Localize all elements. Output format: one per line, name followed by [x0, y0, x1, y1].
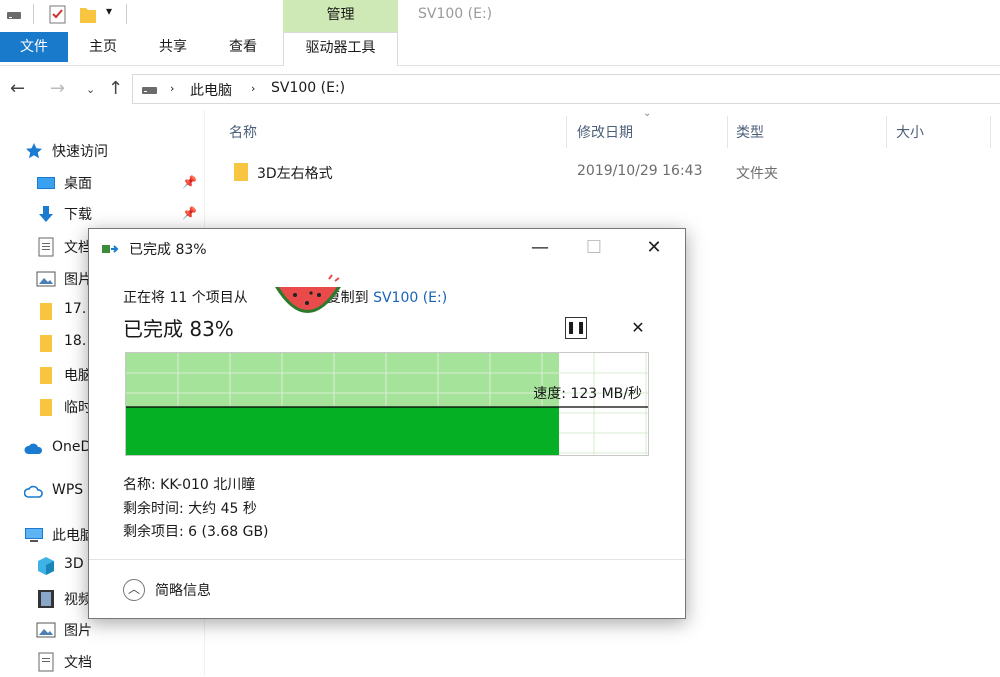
- maximize-button[interactable]: ☐: [571, 233, 617, 263]
- column-divider[interactable]: [566, 116, 567, 148]
- customize-toolbar-icon[interactable]: ▾: [106, 4, 112, 18]
- breadcrumb-separator-icon[interactable]: ›: [170, 82, 174, 95]
- wps-cloud-icon: [24, 485, 43, 498]
- dialog-title: 已完成 83%: [129, 242, 207, 258]
- tab-file[interactable]: 文件: [0, 32, 68, 62]
- window-title: SV100 (E:): [418, 6, 493, 22]
- column-divider[interactable]: [990, 116, 991, 148]
- dialog-divider: [89, 559, 685, 560]
- folder-icon: [40, 367, 52, 384]
- speed-area: [126, 407, 559, 455]
- file-name: 3D左右格式: [257, 166, 333, 182]
- file-modified: 2019/10/29 16:43: [577, 163, 703, 179]
- cancel-button[interactable]: ✕: [627, 317, 649, 339]
- toolbar-divider: [126, 4, 127, 24]
- time-remaining: 剩余时间: 大约 45 秒: [123, 501, 257, 517]
- document-icon: [38, 652, 54, 672]
- column-header-size[interactable]: 大小: [896, 122, 924, 142]
- column-header-name[interactable]: 名称: [229, 122, 257, 142]
- close-button[interactable]: ✕: [631, 233, 677, 263]
- tab-home[interactable]: 主页: [68, 32, 138, 62]
- desktop-icon: [37, 177, 55, 189]
- folder-icon: [40, 335, 52, 352]
- items-remaining: 剩余项目: 6 (3.68 GB): [123, 524, 269, 540]
- watermelon-sticker-icon: [275, 274, 341, 313]
- destination-link[interactable]: SV100 (E:): [373, 290, 447, 306]
- speed-label: 速度: 123 MB/秒: [533, 386, 642, 402]
- copy-icon: [102, 245, 119, 253]
- column-divider[interactable]: [727, 116, 728, 148]
- copy-prefix: 正在将 11 个项目从: [123, 290, 248, 306]
- tab-drive-tools[interactable]: 驱动器工具: [283, 32, 398, 66]
- sidebar-item-downloads[interactable]: 下载 📌: [0, 199, 205, 229]
- 3d-objects-icon: [38, 557, 54, 575]
- title-bar: ▾ 管理 SV100 (E:): [0, 0, 1000, 32]
- details-toggle-label: 简略信息: [155, 583, 211, 599]
- sidebar-item-documents-pc[interactable]: 文档: [0, 647, 205, 677]
- column-header-type[interactable]: 类型: [736, 122, 764, 142]
- current-file-name: 名称: KK-010 北川瞳: [123, 477, 256, 493]
- picture-icon: [36, 622, 56, 638]
- progress-percent: 已完成 83%: [123, 317, 234, 341]
- cloud-icon: [24, 443, 43, 454]
- column-header-date[interactable]: 修改日期: [577, 122, 633, 142]
- picture-icon: [36, 271, 56, 287]
- breadcrumb-separator-icon[interactable]: ›: [251, 82, 255, 95]
- drive-icon: [142, 87, 157, 94]
- properties-icon[interactable]: [48, 4, 68, 26]
- minimize-button[interactable]: —: [517, 233, 563, 263]
- file-type: 文件夹: [736, 166, 778, 182]
- sort-chevron-icon: ⌄: [643, 108, 652, 119]
- sidebar-item-quick-access[interactable]: 快速访问: [0, 136, 205, 166]
- download-icon: [39, 206, 53, 222]
- tab-view[interactable]: 查看: [208, 32, 278, 62]
- computer-icon: [25, 528, 43, 542]
- drive-icon[interactable]: [6, 9, 22, 21]
- video-icon: [38, 590, 54, 608]
- pause-button[interactable]: ❚❚: [565, 317, 587, 339]
- transfer-speed-graph: 速度: 123 MB/秒: [125, 352, 649, 456]
- pin-icon[interactable]: 📌: [182, 175, 197, 189]
- sidebar-item-pictures-pc[interactable]: 图片: [0, 615, 205, 645]
- tab-share[interactable]: 共享: [138, 32, 208, 62]
- up-arrow-icon[interactable]: ↑: [108, 78, 123, 99]
- copy-progress-dialog: 已完成 83% — ☐ ✕ 正在将 11 个项目从 复制到 SV100 (E:)…: [88, 228, 686, 619]
- address-bar[interactable]: [132, 74, 1000, 104]
- star-icon: [26, 143, 42, 159]
- ribbon-tabs: 文件 主页 共享 查看 驱动器工具: [0, 32, 1000, 66]
- folder-icon: [40, 399, 52, 416]
- chevron-up-icon: ︿: [123, 579, 145, 601]
- pin-icon[interactable]: 📌: [182, 206, 197, 220]
- column-divider[interactable]: [886, 116, 887, 148]
- folder-icon: [40, 303, 52, 320]
- breadcrumb-this-pc[interactable]: 此电脑: [190, 80, 232, 100]
- forward-arrow-icon[interactable]: →: [50, 78, 65, 99]
- speed-graph-canvas: [126, 353, 648, 455]
- toolbar-divider: [33, 4, 34, 24]
- recent-locations-icon[interactable]: ⌄: [86, 83, 95, 96]
- new-folder-icon[interactable]: [78, 4, 98, 26]
- folder-icon: [234, 163, 248, 181]
- breadcrumb-drive[interactable]: SV100 (E:): [271, 80, 345, 96]
- back-arrow-icon[interactable]: ←: [10, 78, 25, 99]
- sidebar-item-desktop[interactable]: 桌面 📌: [0, 168, 205, 198]
- document-icon: [38, 237, 54, 257]
- contextual-tab-group: 管理: [283, 0, 398, 32]
